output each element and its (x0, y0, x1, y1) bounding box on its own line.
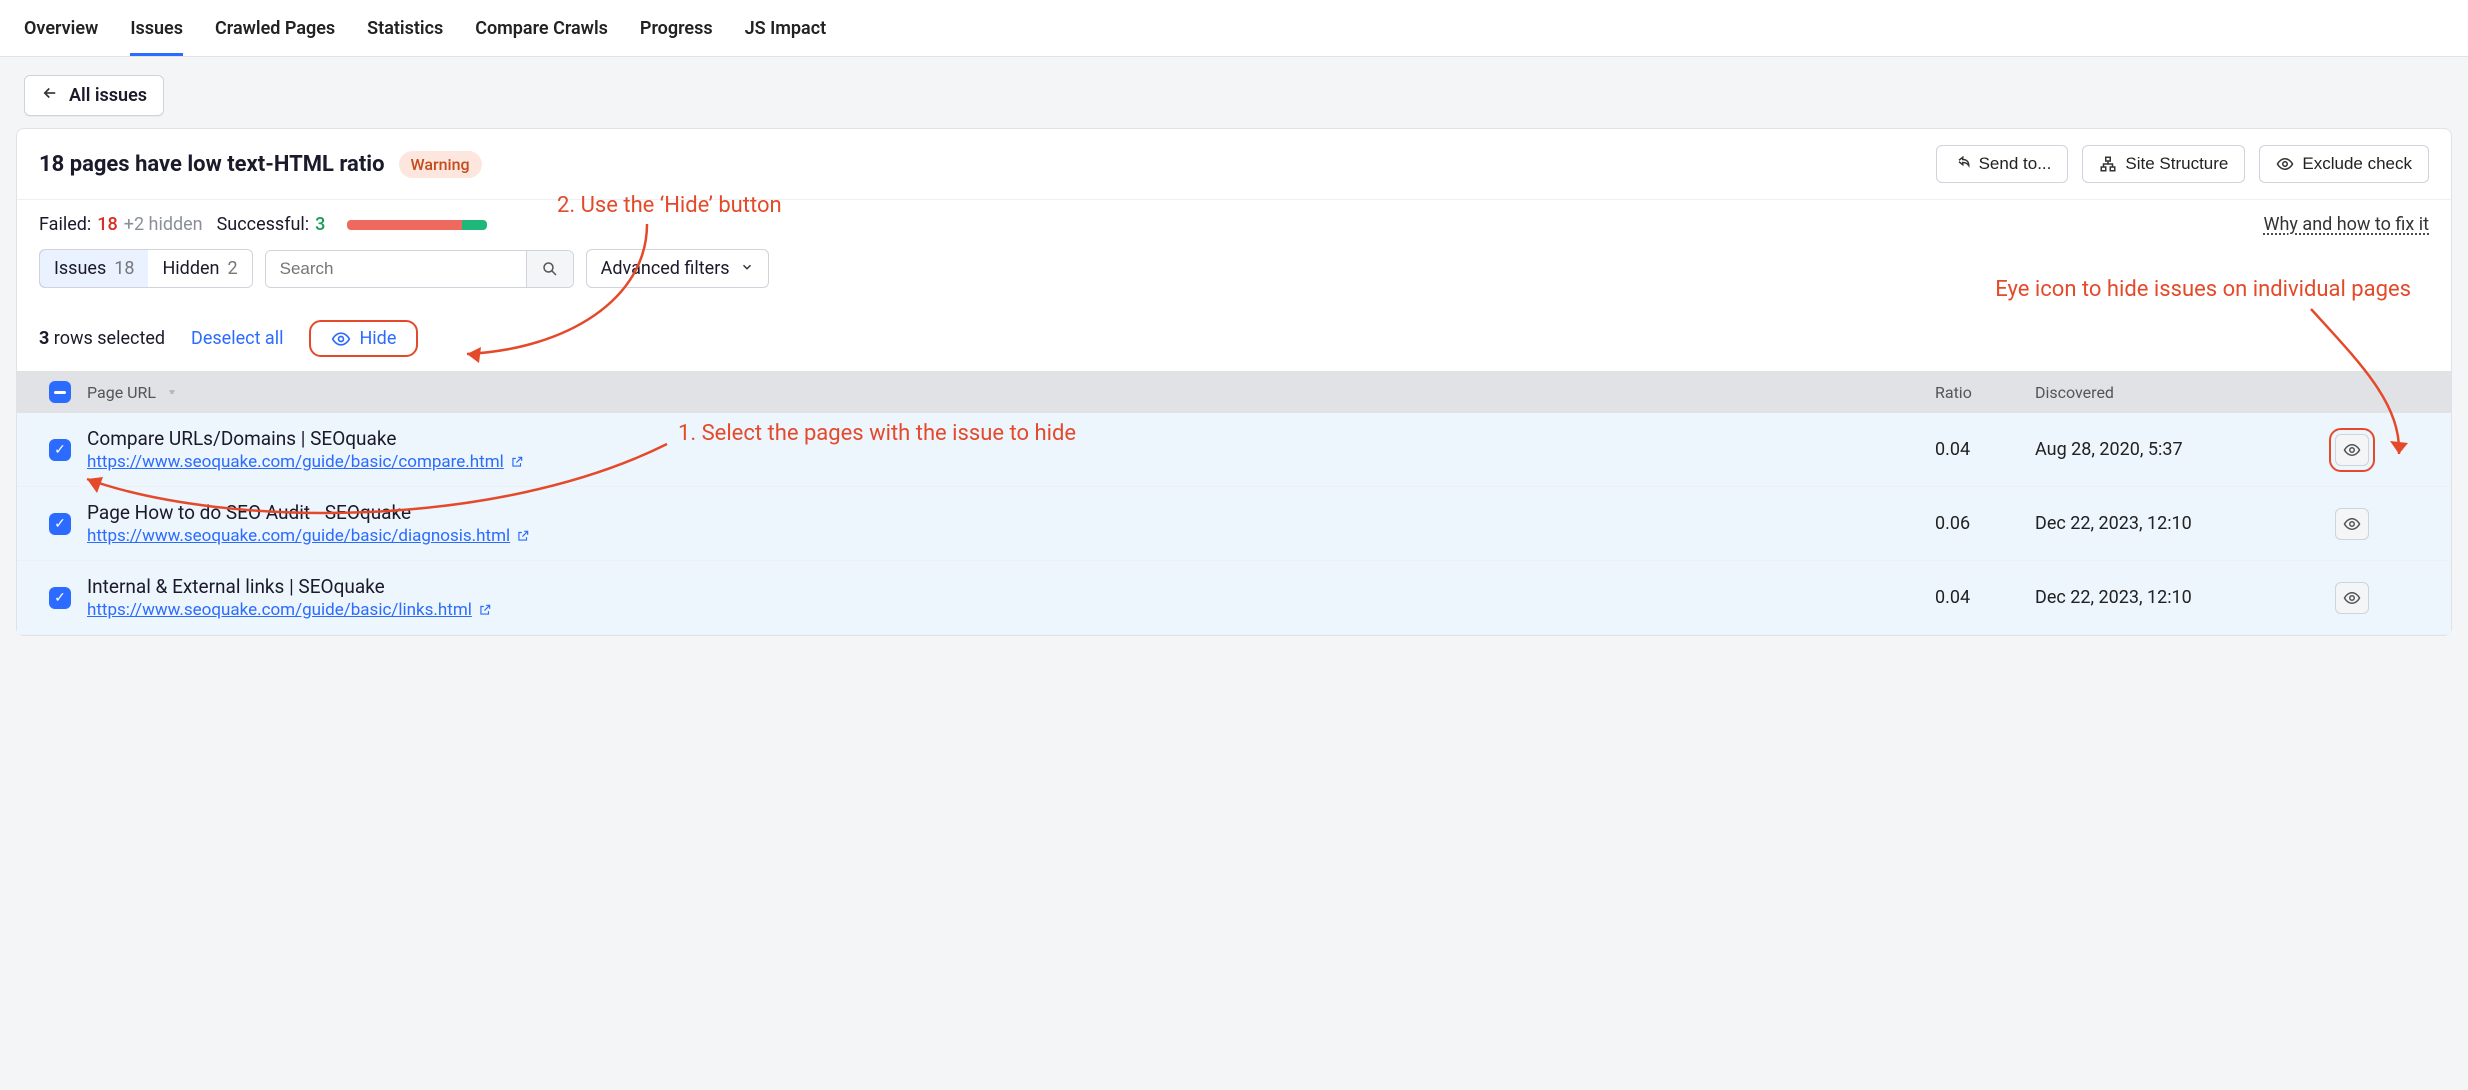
table-header: Page URL Ratio Discovered (17, 371, 2451, 413)
external-link-icon (478, 603, 492, 617)
tab-compare-crawls[interactable]: Compare Crawls (475, 12, 608, 56)
sitemap-icon (2099, 155, 2117, 173)
tab-crawled-pages[interactable]: Crawled Pages (215, 12, 335, 56)
select-all-checkbox[interactable] (49, 381, 71, 403)
failed-count: 18 (97, 214, 117, 235)
segment-hidden[interactable]: Hidden 2 (148, 250, 251, 287)
row-checkbox[interactable]: ✓ (49, 439, 71, 461)
warning-badge: Warning (399, 151, 482, 178)
col-discovered[interactable]: Discovered (2035, 383, 2335, 402)
search-icon (541, 260, 559, 278)
col-page-url[interactable]: Page URL (87, 383, 1935, 402)
issue-card: 18 pages have low text-HTML ratio Warnin… (16, 128, 2452, 636)
arrow-left-icon (41, 84, 59, 107)
page-title: Compare URLs/Domains | SEOquake (87, 427, 1935, 450)
row-hide-toggle[interactable] (2335, 582, 2369, 614)
segment-issues[interactable]: Issues 18 (39, 249, 149, 288)
tab-js-impact[interactable]: JS Impact (745, 12, 827, 56)
external-link-icon (516, 529, 530, 543)
page-url-link[interactable]: https://www.seoquake.com/guide/basic/lin… (87, 600, 492, 620)
ratio-bar (347, 220, 487, 230)
ratio-value: 0.06 (1935, 513, 2035, 534)
eye-icon (2276, 155, 2294, 173)
all-issues-label: All issues (69, 85, 147, 106)
page-url-link[interactable]: https://www.seoquake.com/guide/basic/dia… (87, 526, 530, 546)
page-title: Page How to do SEO Audit - SEOquake (87, 501, 1935, 524)
row-hide-toggle[interactable] (2335, 508, 2369, 540)
sort-icon (166, 383, 178, 402)
successful-label: Successful: (217, 214, 310, 235)
discovered-value: Dec 22, 2023, 12:10 (2035, 513, 2335, 534)
eye-icon (2343, 441, 2361, 459)
page-url-link[interactable]: https://www.seoquake.com/guide/basic/com… (87, 452, 524, 472)
eye-icon (331, 329, 351, 349)
issue-title: 18 pages have low text-HTML ratio (39, 152, 385, 177)
search-button[interactable] (526, 251, 573, 287)
deselect-all-link[interactable]: Deselect all (191, 328, 283, 349)
failed-label: Failed: (39, 214, 91, 235)
site-structure-button[interactable]: Site Structure (2082, 145, 2245, 183)
tab-issues[interactable]: Issues (130, 12, 183, 56)
tab-progress[interactable]: Progress (640, 12, 713, 56)
advanced-filters-button[interactable]: Advanced filters (586, 249, 769, 288)
rows-selected-text: 3 rows selected (39, 328, 165, 349)
ratio-value: 0.04 (1935, 587, 2035, 608)
row-checkbox[interactable]: ✓ (49, 587, 71, 609)
col-ratio[interactable]: Ratio (1935, 383, 2035, 402)
send-to-button[interactable]: Send to... (1936, 145, 2069, 183)
search-input[interactable] (266, 251, 526, 287)
top-tabs: Overview Issues Crawled Pages Statistics… (0, 0, 2468, 57)
tab-statistics[interactable]: Statistics (367, 12, 443, 56)
discovered-value: Aug 28, 2020, 5:37 (2035, 439, 2335, 460)
share-icon (1953, 155, 1971, 173)
successful-count: 3 (315, 214, 325, 235)
page-title: Internal & External links | SEOquake (87, 575, 1935, 598)
search-group (265, 250, 574, 288)
all-issues-button[interactable]: All issues (24, 75, 164, 116)
chevron-down-icon (740, 258, 754, 279)
ratio-value: 0.04 (1935, 439, 2035, 460)
issues-hidden-segment: Issues 18 Hidden 2 (39, 249, 253, 288)
table-row: ✓ Internal & External links | SEOquake h… (17, 561, 2451, 635)
external-link-icon (510, 455, 524, 469)
eye-icon (2343, 589, 2361, 607)
row-checkbox[interactable]: ✓ (49, 513, 71, 535)
table-row: ✓ Page How to do SEO Audit - SEOquake ht… (17, 487, 2451, 561)
row-hide-toggle[interactable] (2335, 434, 2369, 466)
hide-button[interactable]: Hide (309, 320, 418, 357)
tab-overview[interactable]: Overview (24, 12, 98, 56)
eye-icon (2343, 515, 2361, 533)
why-and-how-link[interactable]: Why and how to fix it (2264, 214, 2429, 235)
hidden-delta: +2 hidden (124, 214, 203, 235)
exclude-check-button[interactable]: Exclude check (2259, 145, 2429, 183)
table-row: ✓ Compare URLs/Domains | SEOquake https:… (17, 413, 2451, 487)
discovered-value: Dec 22, 2023, 12:10 (2035, 587, 2335, 608)
